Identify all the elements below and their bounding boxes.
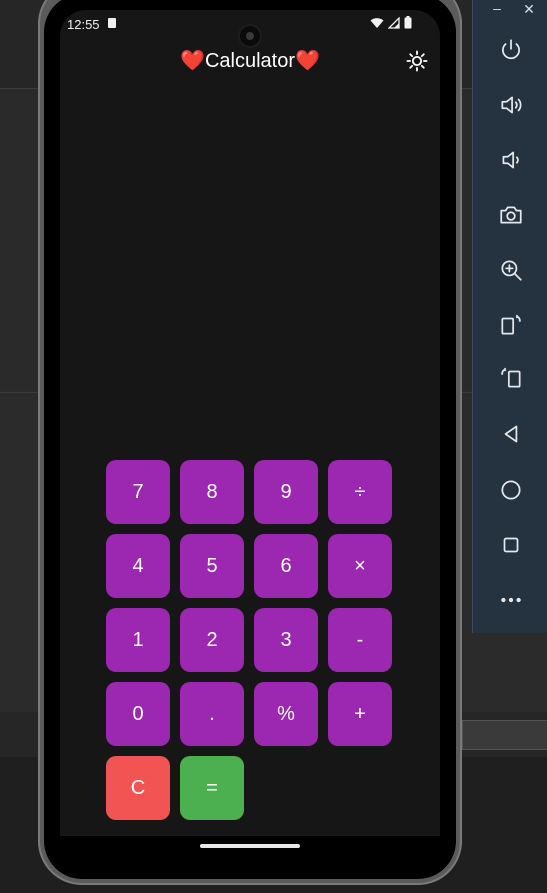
more-button[interactable] <box>473 580 547 620</box>
sim-card-icon <box>108 18 116 28</box>
back-button[interactable] <box>473 414 547 454</box>
heart-right: ❤️ <box>295 50 320 72</box>
key-4[interactable]: 4 <box>106 534 170 598</box>
gesture-nav-bar[interactable] <box>200 844 300 848</box>
camera-icon <box>499 206 522 224</box>
app-title: ❤️Calculator❤️ <box>60 48 440 73</box>
app-title-text: Calculator <box>204 50 296 72</box>
home-icon <box>500 480 521 500</box>
close-button[interactable]: ✕ <box>519 1 539 18</box>
rotate-right-button[interactable] <box>473 358 547 398</box>
key-0[interactable]: 0 <box>106 682 170 746</box>
rotate-left-button[interactable] <box>473 305 547 345</box>
key-8[interactable]: 8 <box>180 460 244 524</box>
battery-icon <box>404 16 412 29</box>
back-icon <box>504 425 517 443</box>
key-7[interactable]: 7 <box>106 460 170 524</box>
overview-icon <box>503 537 518 553</box>
rotate-left-icon <box>500 314 521 335</box>
emulator-side-panel: – ✕ <box>472 0 547 633</box>
key-multiply[interactable]: × <box>328 534 392 598</box>
key-clear[interactable]: C <box>106 756 170 820</box>
volume-down-icon <box>502 151 519 169</box>
power-icon <box>501 39 520 60</box>
sun-icon <box>406 50 428 72</box>
volume-up-icon <box>500 96 522 114</box>
background-input-strip <box>462 720 547 750</box>
key-add[interactable]: + <box>328 682 392 746</box>
status-time: 12:55 <box>67 17 100 32</box>
home-button[interactable] <box>473 470 547 510</box>
key-9[interactable]: 9 <box>254 460 318 524</box>
key-equals[interactable]: = <box>180 756 244 820</box>
minimize-button[interactable]: – <box>487 0 507 16</box>
wifi-icon <box>370 17 384 28</box>
signal-icon <box>388 16 400 29</box>
key-6[interactable]: 6 <box>254 534 318 598</box>
power-button[interactable] <box>473 30 547 70</box>
status-icons <box>370 16 412 29</box>
zoom-button[interactable] <box>473 250 547 290</box>
rotate-right-icon <box>500 367 521 388</box>
key-divide[interactable]: ÷ <box>328 460 392 524</box>
key-1[interactable]: 1 <box>106 608 170 672</box>
zoom-icon <box>500 260 522 281</box>
key-5[interactable]: 5 <box>180 534 244 598</box>
heart-left: ❤️ <box>180 50 205 72</box>
phone-screen: 12:55 ❤️Calculator❤️ 7 8 9 ÷ 4 5 6 × 1 2… <box>60 10 440 836</box>
key-subtract[interactable]: - <box>328 608 392 672</box>
key-decimal[interactable]: . <box>180 682 244 746</box>
key-2[interactable]: 2 <box>180 608 244 672</box>
overview-button[interactable] <box>473 525 547 565</box>
theme-toggle-button[interactable] <box>406 50 428 72</box>
volume-down-button[interactable] <box>473 140 547 180</box>
volume-up-button[interactable] <box>473 85 547 125</box>
key-3[interactable]: 3 <box>254 608 318 672</box>
key-percent[interactable]: % <box>254 682 318 746</box>
screenshot-button[interactable] <box>473 195 547 235</box>
more-icon <box>500 597 521 603</box>
front-camera <box>240 26 260 46</box>
